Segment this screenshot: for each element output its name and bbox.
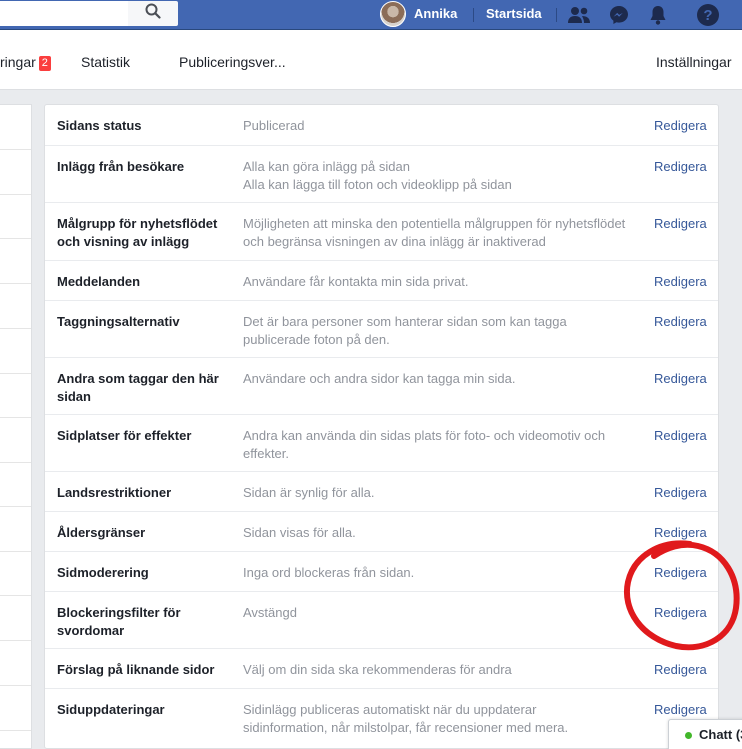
divider [0, 373, 31, 374]
top-bar: Annika Startsida ? [0, 0, 742, 30]
tab-notifications[interactable]: ringar 2 [0, 54, 51, 71]
settings-row-age-restrictions: Åldersgränser Sidan visas för alla. Redi… [45, 511, 718, 551]
setting-value: Sidan är synlig för alla. [243, 485, 375, 500]
setting-label: Förslag på liknande sidor [57, 662, 215, 677]
settings-row-news-feed-audience: Målgrupp för nyhetsflödet och visning av… [45, 202, 718, 260]
setting-label: Sidplatser för effekter [57, 428, 192, 443]
setting-label: Sidmoderering [57, 565, 149, 580]
divider [0, 238, 31, 239]
edit-link[interactable]: Redigera [654, 564, 707, 582]
setting-value: Användare och andra sidor kan tagga min … [243, 371, 516, 386]
divider [0, 685, 31, 686]
notification-badge: 2 [38, 56, 51, 71]
edit-link[interactable]: Redigera [654, 117, 707, 135]
search-input[interactable] [0, 1, 128, 26]
tab-publishing-tools[interactable]: Publiceringsver... [179, 54, 286, 70]
divider [556, 8, 557, 22]
profile-link[interactable]: Annika [414, 6, 457, 21]
settings-row-effects-location: Sidplatser för effekter Andra kan använd… [45, 414, 718, 471]
home-link[interactable]: Startsida [486, 6, 542, 21]
chat-label: Chatt (3 [699, 727, 742, 742]
tab-label: ringar [0, 54, 36, 70]
svg-text:?: ? [703, 7, 712, 24]
setting-label: Sidans status [57, 118, 142, 133]
divider [0, 462, 31, 463]
edit-link[interactable]: Redigera [654, 604, 707, 622]
divider [0, 328, 31, 329]
settings-row-page-moderation: Sidmoderering Inga ord blockeras från si… [45, 551, 718, 591]
friends-icon[interactable] [566, 2, 592, 28]
settings-row-tagging: Taggningsalternativ Det är bara personer… [45, 300, 718, 357]
settings-row-profanity-filter: Blockeringsfilter för svordomar Avstängd… [45, 591, 718, 648]
settings-row-page-updates: Siduppdateringar Sidinlägg publiceras au… [45, 688, 718, 748]
setting-label: Taggningsalternativ [57, 314, 180, 329]
setting-value: Alla kan göra inlägg på sidan Alla kan l… [243, 159, 512, 192]
tab-statistics[interactable]: Statistik [81, 54, 130, 70]
setting-label: Landsrestriktioner [57, 485, 172, 500]
search-button[interactable] [128, 1, 178, 26]
setting-label: Målgrupp för nyhetsflödet och visning av… [57, 216, 218, 249]
edit-link[interactable]: Redigera [654, 313, 707, 331]
setting-value: Välj om din sida ska rekommenderas för a… [243, 662, 512, 677]
settings-sidebar [0, 104, 32, 749]
divider [0, 551, 31, 552]
edit-link[interactable]: Redigera [654, 484, 707, 502]
page-nav: ringar 2 Statistik Publiceringsver... Ins… [0, 30, 742, 90]
tab-settings[interactable]: Inställningar [656, 54, 732, 70]
divider [0, 730, 31, 731]
edit-link[interactable]: Redigera [654, 158, 707, 176]
setting-label: Åldersgränser [57, 525, 146, 540]
settings-row-similar-pages: Förslag på liknande sidor Välj om din si… [45, 648, 718, 688]
divider [0, 417, 31, 418]
settings-row-page-status: Sidans status Publicerad Redigera [45, 105, 718, 145]
online-status-dot [685, 732, 692, 739]
setting-value: Sidinlägg publiceras automatiskt när du … [243, 702, 569, 735]
search-icon [145, 3, 161, 24]
setting-label: Meddelanden [57, 274, 141, 289]
chat-tab[interactable]: Chatt (3 [668, 719, 742, 749]
setting-label: Siduppdateringar [57, 702, 165, 717]
setting-value: Avstängd [243, 605, 297, 620]
divider [0, 640, 31, 641]
setting-value: Publicerad [243, 118, 305, 133]
setting-value: Inga ord blockeras från sidan. [243, 565, 415, 580]
divider [0, 595, 31, 596]
help-icon[interactable]: ? [695, 2, 721, 28]
edit-link[interactable]: Redigera [654, 370, 707, 388]
edit-link[interactable]: Redigera [654, 701, 707, 719]
messenger-icon[interactable] [606, 2, 632, 28]
setting-value: Möjligheten att minska den potentiella m… [243, 216, 626, 249]
edit-link[interactable]: Redigera [654, 427, 707, 445]
notifications-icon[interactable] [645, 2, 671, 28]
edit-link[interactable]: Redigera [654, 524, 707, 542]
divider [0, 149, 31, 150]
edit-link[interactable]: Redigera [654, 273, 707, 291]
divider [473, 8, 474, 22]
general-settings-panel: Sidans status Publicerad Redigera Inlägg… [44, 104, 719, 749]
settings-row-country-restrictions: Landsrestriktioner Sidan är synlig för a… [45, 471, 718, 511]
divider [0, 283, 31, 284]
setting-value: Andra kan använda din sidas plats för fo… [243, 428, 606, 461]
setting-label: Blockeringsfilter för svordomar [57, 605, 181, 638]
setting-value: Sidan visas för alla. [243, 525, 356, 540]
divider [0, 194, 31, 195]
edit-link[interactable]: Redigera [654, 215, 707, 233]
setting-value: Det är bara personer som hanterar sidan … [243, 314, 567, 347]
setting-label: Inlägg från besökare [57, 159, 185, 174]
setting-value: Användare får kontakta min sida privat. [243, 274, 469, 289]
edit-link[interactable]: Redigera [654, 661, 707, 679]
settings-row-visitor-posts: Inlägg från besökare Alla kan göra inläg… [45, 145, 718, 202]
settings-row-messages: Meddelanden Användare får kontakta min s… [45, 260, 718, 300]
settings-row-others-tagging: Andra som taggar den här sidan Användare… [45, 357, 718, 414]
setting-label: Andra som taggar den här sidan [57, 371, 219, 404]
divider [0, 506, 31, 507]
avatar[interactable] [380, 1, 406, 27]
